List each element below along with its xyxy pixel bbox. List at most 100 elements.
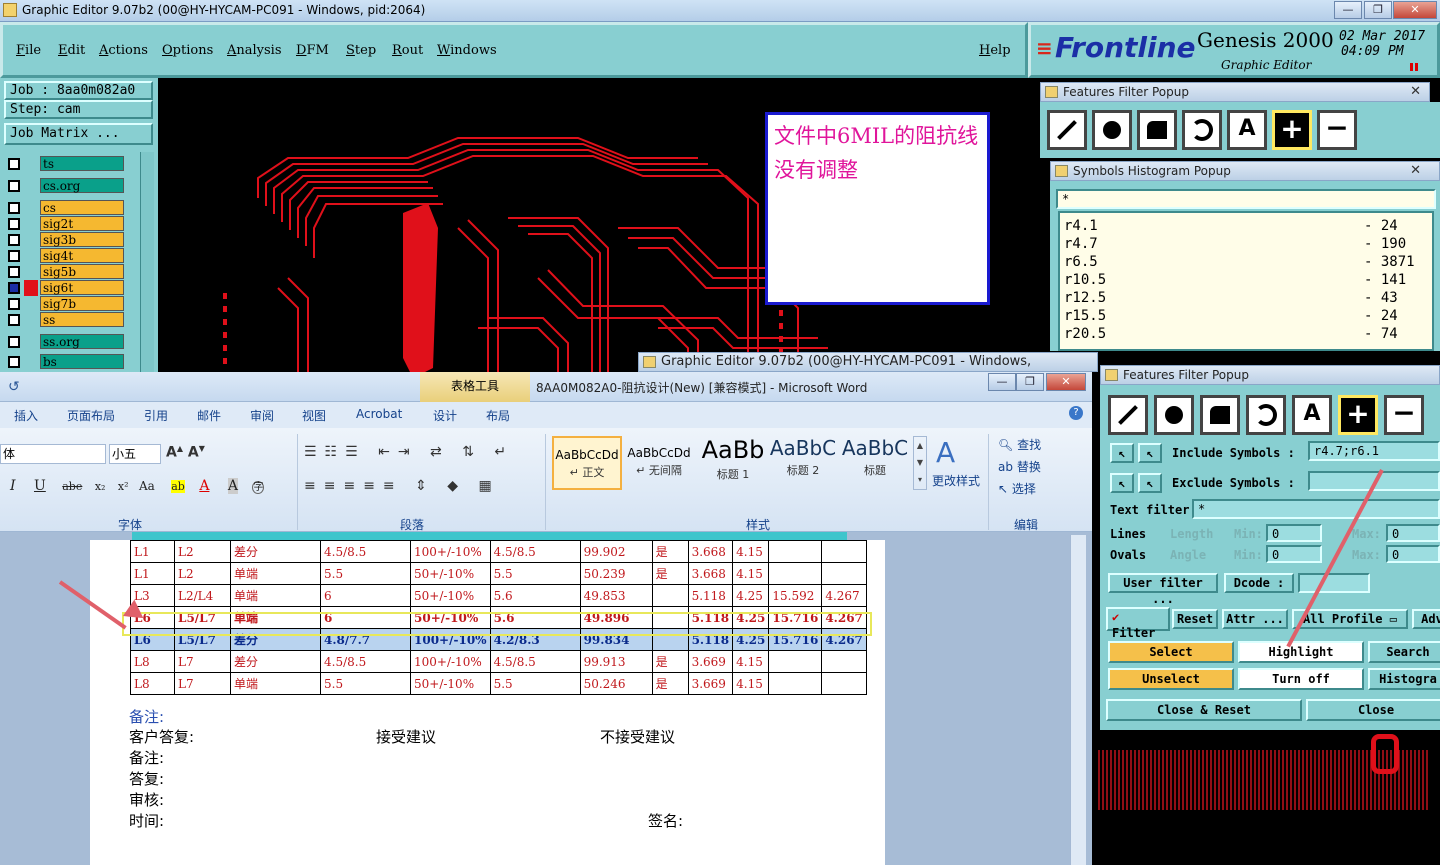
layer-name[interactable]: sig7b <box>40 296 124 311</box>
menu-windows[interactable]: Windows <box>437 43 497 58</box>
table-cell[interactable]: L7 <box>174 672 231 695</box>
table-cell[interactable]: L8 <box>130 650 175 673</box>
minus-icon[interactable]: − <box>1384 395 1424 435</box>
find-button[interactable]: 🔍︎ 查找 <box>998 436 1041 453</box>
histogram-row[interactable]: r10.5 - 141 <box>1064 271 1420 289</box>
layer-row-sig3b[interactable]: sig3b <box>6 232 124 248</box>
undo-icon[interactable]: ↺ <box>8 380 22 394</box>
tab-view[interactable]: 视图 <box>302 407 326 424</box>
include-symbols-input[interactable]: r4.7;r6.1 <box>1308 441 1440 461</box>
layer-row-sig4t[interactable]: sig4t <box>6 248 124 264</box>
layer-name[interactable]: sig3b <box>40 232 124 247</box>
document-scrollbar[interactable] <box>1070 535 1086 865</box>
style-scroll[interactable]: ▲ ▼ ▾ <box>913 436 927 490</box>
histogram-button[interactable]: Histogra <box>1368 668 1440 690</box>
tab-acrobat[interactable]: Acrobat <box>356 407 402 421</box>
turn-off-button[interactable]: Turn off <box>1238 668 1364 690</box>
histogram-row[interactable]: r6.5 - 3871 <box>1064 253 1420 271</box>
table-cell[interactable]: 单端 <box>230 672 321 695</box>
layer-checkbox[interactable] <box>8 282 20 294</box>
histogram-filter-input[interactable]: * <box>1056 189 1436 209</box>
layer-name[interactable]: ss.org <box>40 334 124 349</box>
table-cell[interactable]: 差分 <box>230 650 321 673</box>
text-tool-icon[interactable]: A <box>1292 395 1332 435</box>
table-row[interactable]: L3 L2/L4 单端 6 50+/-10% 5.6 49.853 5.118 4.25 15.5… <box>130 584 867 607</box>
layer-checkbox[interactable] <box>8 250 20 262</box>
highlight-button[interactable]: Highlight <box>1238 641 1364 663</box>
layer-scrollbar[interactable] <box>140 152 154 378</box>
table-cell[interactable]: 是 <box>651 540 689 563</box>
table-cell[interactable]: 50+/-10% <box>410 672 491 695</box>
pick-include-icon[interactable]: ↖ <box>1110 443 1134 463</box>
change-styles-button[interactable]: 更改样式 <box>932 472 980 489</box>
align-buttons[interactable]: ≡≡≡≡≡ ⇕ ◆ ▦ <box>304 478 500 494</box>
select-button[interactable]: ↖ 选择 <box>998 480 1036 497</box>
layer-name[interactable]: sig6t <box>40 280 124 295</box>
table-cell[interactable]: 100+/-10% <box>410 540 491 563</box>
table-cell[interactable]: 单端 <box>230 584 321 607</box>
pick-exclude-icon[interactable]: ↖ <box>1110 473 1134 493</box>
filter-toggle[interactable]: ✔ Filter <box>1106 607 1170 640</box>
table-cell[interactable]: L8 <box>130 672 175 695</box>
surface-tool-icon[interactable] <box>1200 395 1240 435</box>
dcode-input[interactable] <box>1298 573 1370 593</box>
histogram-row[interactable]: r20.5 - 74 <box>1064 325 1420 343</box>
table-cell[interactable]: 4.5/8.5 <box>489 540 581 563</box>
unselect-button[interactable]: Unselect <box>1108 668 1234 690</box>
plus-icon[interactable]: + <box>1272 110 1312 150</box>
layer-checkbox[interactable] <box>8 314 20 326</box>
adv-button[interactable]: Adv <box>1412 609 1440 629</box>
histogram-row[interactable]: r4.1 - 24 <box>1064 217 1420 235</box>
length-min-input[interactable]: 0 <box>1266 524 1322 542</box>
close-button[interactable]: ✕ <box>1393 1 1437 19</box>
layer-checkbox[interactable] <box>8 266 20 278</box>
word-restore-button[interactable]: ❐ <box>1016 373 1044 391</box>
table-cell[interactable]: 单端 <box>230 562 321 585</box>
layer-row-sig5b[interactable]: sig5b <box>6 264 124 280</box>
layer-checkbox[interactable] <box>8 356 20 368</box>
table-cell[interactable] <box>768 540 823 563</box>
style-3[interactable]: AaBbC 标题 2 <box>768 436 838 490</box>
arc-tool-icon[interactable] <box>1182 110 1222 150</box>
style-0[interactable]: AaBbCcDd ↵ 正文 <box>552 436 622 490</box>
tab-insert[interactable]: 插入 <box>14 407 38 424</box>
table-cell[interactable] <box>651 584 689 607</box>
close-icon[interactable]: ✕ <box>1410 83 1421 101</box>
table-row[interactable]: L8 L7 单端 5.5 50+/-10% 5.5 50.246 是 3.669 4.15 <box>130 672 867 695</box>
table-cell[interactable]: 50+/-10% <box>410 562 491 585</box>
close-reset-button[interactable]: Close & Reset <box>1106 699 1302 721</box>
pad-tool-icon[interactable] <box>1092 110 1132 150</box>
pick-exclude2-icon[interactable]: ↖ <box>1138 473 1162 493</box>
layer-name[interactable]: ss <box>40 312 124 327</box>
job-field[interactable]: Job : 8aa0m082a0 <box>4 81 153 100</box>
table-cell[interactable]: 4.25 <box>732 584 770 607</box>
table-cell[interactable]: 5.5 <box>320 562 411 585</box>
layer-row-bs[interactable]: bs <box>6 354 124 370</box>
select-button[interactable]: Select <box>1108 641 1234 663</box>
job-matrix-button[interactable]: Job Matrix ... <box>4 123 153 145</box>
table-cell[interactable]: L2/L4 <box>174 584 231 607</box>
layer-name[interactable]: sig5b <box>40 264 124 279</box>
restore-button[interactable]: ❐ <box>1364 1 1392 19</box>
table-cell[interactable]: 4.15 <box>732 540 770 563</box>
table-cell[interactable] <box>821 672 867 695</box>
table-cell[interactable]: L1 <box>130 540 175 563</box>
layer-name[interactable]: cs <box>40 200 124 215</box>
layer-checkbox[interactable] <box>8 234 20 246</box>
table-cell[interactable]: 50+/-10% <box>410 584 491 607</box>
layer-name[interactable]: sig2t <box>40 216 124 231</box>
tab-layout[interactable]: 布局 <box>486 407 510 424</box>
table-cell[interactable]: 5.5 <box>489 672 581 695</box>
layer-row-sig7b[interactable]: sig7b <box>6 296 124 312</box>
table-row[interactable]: L8 L7 差分 4.5/8.5 100+/-10% 4.5/8.5 99.913 是 3.66… <box>130 650 867 673</box>
style-1[interactable]: AaBbCcDd ↵ 无间隔 <box>624 436 694 490</box>
layer-row-ts[interactable]: ts <box>6 156 124 172</box>
table-row[interactable]: L1 L2 差分 4.5/8.5 100+/-10% 4.5/8.5 99.902 是 3.66… <box>130 540 867 563</box>
text-filter-input[interactable]: * <box>1192 499 1440 519</box>
layer-checkbox[interactable] <box>8 336 20 348</box>
table-cell[interactable]: 50.246 <box>579 672 653 695</box>
user-filter-button[interactable]: User filter ... <box>1108 573 1218 606</box>
layer-row-ss-org[interactable]: ss.org <box>6 334 124 350</box>
tab-page-layout[interactable]: 页面布局 <box>67 407 115 424</box>
layer-checkbox[interactable] <box>8 180 20 192</box>
